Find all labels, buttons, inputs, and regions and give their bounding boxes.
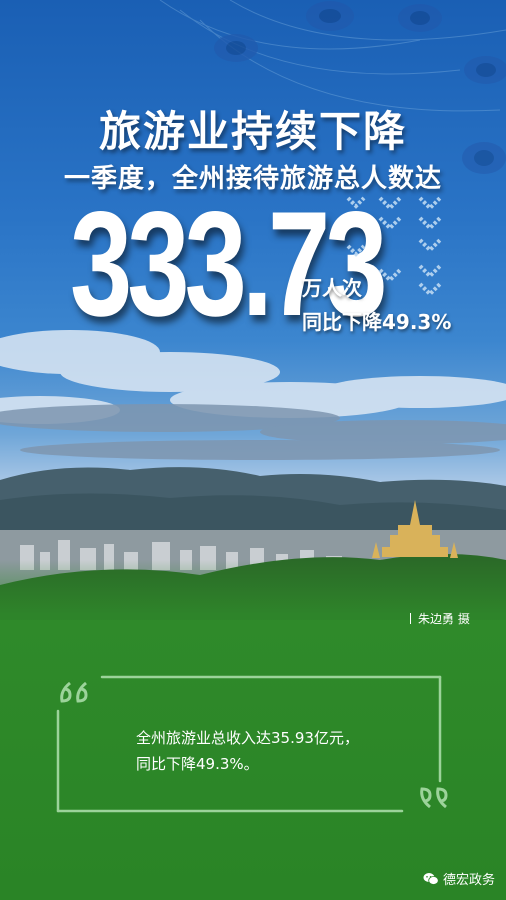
headline: 旅游业持续下降: [98, 107, 407, 156]
credit-divider: [410, 613, 411, 624]
down-chevron-arrows-icon: [346, 196, 442, 297]
wechat-icon: [423, 873, 439, 885]
close-quote-icon: [420, 787, 448, 809]
photo-credit: 朱边勇 摄: [410, 610, 470, 627]
brand-label: 德宏政务: [423, 869, 495, 888]
quote-line-2: 同比下降49.3%。: [136, 755, 259, 773]
brand-name: 德宏政务: [443, 873, 496, 888]
quote-text: 全州旅游业总收入达35.93亿元， 同比下降49.3%。: [136, 725, 359, 777]
open-quote-icon: [60, 681, 88, 703]
photo-credit-text: 朱边勇 摄: [418, 612, 470, 626]
tourism-poster: 旅游业持续下降 一季度，全州接待旅游总人数达 333.73 万人次 同比下降49…: [0, 0, 506, 900]
quote-line-1: 全州旅游业总收入达35.93亿元，: [136, 729, 359, 747]
